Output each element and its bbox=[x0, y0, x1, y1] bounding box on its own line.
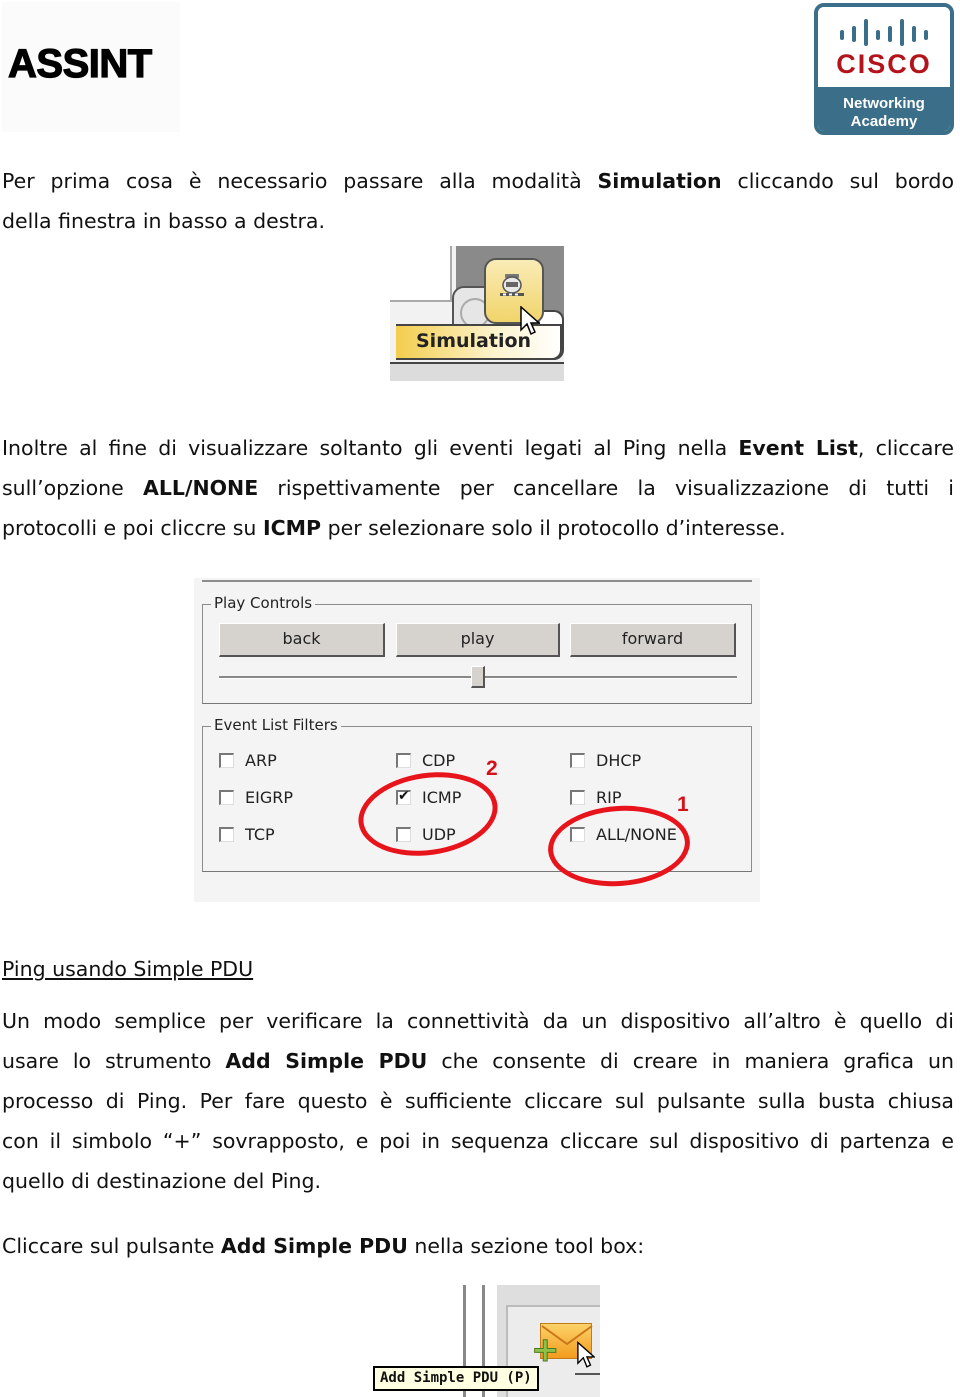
speed-slider-thumb[interactable] bbox=[471, 666, 485, 688]
cisco-subtitle: Networking Academy bbox=[818, 87, 950, 131]
filter-checkbox-rip[interactable]: RIP bbox=[570, 788, 621, 807]
simulation-label[interactable]: Simulation bbox=[416, 330, 531, 352]
text-run: protocolli e poi cliccre su bbox=[2, 516, 263, 540]
filter-checkbox-dhcp[interactable]: DHCP bbox=[570, 751, 641, 770]
text-run: cliccando sul bordo bbox=[721, 169, 954, 193]
cisco-wordmark: CISCO bbox=[836, 49, 932, 79]
checkbox-icon[interactable] bbox=[570, 790, 585, 805]
brand-title: ASSINT bbox=[7, 41, 152, 86]
checkbox-icon[interactable] bbox=[219, 790, 234, 805]
text-line: Per prima cosa è necessario passare alla… bbox=[2, 161, 954, 201]
bold-all-none: ALL/NONE bbox=[142, 476, 259, 500]
annotation-step-2: 2 bbox=[486, 757, 498, 780]
train-icon bbox=[500, 274, 524, 296]
back-button[interactable]: back bbox=[219, 623, 385, 657]
simulation-panel-screenshot: Play Controls back play forward Event Li… bbox=[194, 578, 760, 902]
text-run: per selezionare solo il protocollo d’int… bbox=[321, 516, 786, 540]
filter-checkbox-arp[interactable]: ARP bbox=[219, 751, 277, 770]
text-run: Cliccare sul pulsante bbox=[2, 1234, 221, 1258]
cisco-subtitle-line2: Academy bbox=[850, 113, 918, 130]
event-filters-legend: Event List Filters bbox=[211, 716, 341, 734]
text-line: processo di Ping. Per fare questo è suff… bbox=[2, 1089, 954, 1113]
text-run: usare lo strumento bbox=[2, 1049, 226, 1073]
plus-icon: + bbox=[531, 1330, 560, 1370]
text-run: sull’opzione bbox=[2, 476, 143, 500]
text-run: , cliccare bbox=[857, 436, 954, 460]
annotation-step-1: 1 bbox=[677, 793, 689, 816]
section-heading: Ping usando Simple PDU bbox=[2, 957, 254, 981]
play-controls-legend: Play Controls bbox=[211, 594, 316, 612]
text-line: sull’opzione ALL/NONE rispettivamente pe… bbox=[2, 468, 954, 508]
text-line: Cliccare sul pulsante Add Simple PDU nel… bbox=[2, 1226, 954, 1266]
checkbox-icon[interactable] bbox=[570, 753, 585, 768]
filter-label: EIGRP bbox=[245, 788, 293, 807]
filter-label: ARP bbox=[245, 751, 277, 770]
text-line: quello di destinazione del Ping. bbox=[2, 1169, 321, 1193]
text-run: che consente di creare in maniera grafic… bbox=[427, 1049, 955, 1073]
checkbox-icon[interactable] bbox=[396, 753, 411, 768]
bold-add-simple-pdu: Add Simple PDU bbox=[225, 1049, 428, 1073]
filter-label: TCP bbox=[245, 825, 275, 844]
bold-event-list: Event List bbox=[738, 436, 858, 460]
cisco-bars-icon bbox=[840, 19, 928, 46]
text-run: Per prima cosa è necessario passare alla… bbox=[2, 169, 598, 193]
text-line: Un modo semplice per verificare la conne… bbox=[2, 1009, 954, 1033]
filter-checkbox-cdp[interactable]: CDP bbox=[396, 751, 455, 770]
text-run: nella sezione tool box: bbox=[407, 1234, 645, 1258]
text-run: Inoltre al fine di visualizzare soltanto… bbox=[2, 436, 739, 460]
text-line: usare lo strumento Add Simple PDU che co… bbox=[2, 1041, 954, 1081]
filter-label: DHCP bbox=[596, 751, 642, 770]
bold-add-simple-pdu: Add Simple PDU bbox=[220, 1234, 408, 1258]
play-button[interactable]: play bbox=[396, 623, 560, 657]
cursor-icon bbox=[577, 1341, 595, 1368]
text-line: Inoltre al fine di visualizzare soltanto… bbox=[2, 428, 954, 468]
text-line: protocolli e poi cliccre su ICMP per sel… bbox=[2, 508, 954, 548]
forward-button[interactable]: forward bbox=[570, 623, 736, 657]
filter-label: RIP bbox=[596, 788, 622, 807]
filter-checkbox-eigrp[interactable]: EIGRP bbox=[219, 788, 293, 807]
paragraph-simulation-intro: Per prima cosa è necessario passare alla… bbox=[2, 161, 954, 241]
bold-icmp: ICMP bbox=[262, 516, 322, 540]
filter-checkbox-tcp[interactable]: TCP bbox=[219, 825, 275, 844]
paragraph-simple-pdu: Un modo semplice per verificare la conne… bbox=[2, 1001, 954, 1201]
text-run: rispettivamente per cancellare la visual… bbox=[258, 476, 954, 500]
filter-label: CDP bbox=[422, 751, 456, 770]
add-simple-pdu-screenshot: + Add Simple PDU (P) bbox=[355, 1285, 600, 1397]
checkbox-icon[interactable] bbox=[219, 827, 234, 842]
paragraph-click-add-pdu: Cliccare sul pulsante Add Simple PDU nel… bbox=[2, 1226, 954, 1266]
text-line: della finestra in basso a destra. bbox=[2, 209, 325, 233]
add-simple-pdu-tooltip: Add Simple PDU (P) bbox=[373, 1366, 539, 1391]
cisco-logo: CISCO Networking Academy bbox=[814, 3, 954, 135]
simulation-mode-screenshot: Simulation bbox=[390, 246, 564, 381]
checkbox-icon[interactable] bbox=[219, 753, 234, 768]
cisco-subtitle-line1: Networking bbox=[843, 95, 925, 112]
play-controls-group: Play Controls back play forward bbox=[202, 594, 752, 704]
cursor-icon bbox=[520, 306, 540, 336]
text-line: con il simbolo “+” sovrapposto, e poi in… bbox=[2, 1129, 954, 1153]
paragraph-event-list: Inoltre al fine di visualizzare soltanto… bbox=[2, 428, 954, 548]
bold-simulation: Simulation bbox=[597, 169, 722, 193]
